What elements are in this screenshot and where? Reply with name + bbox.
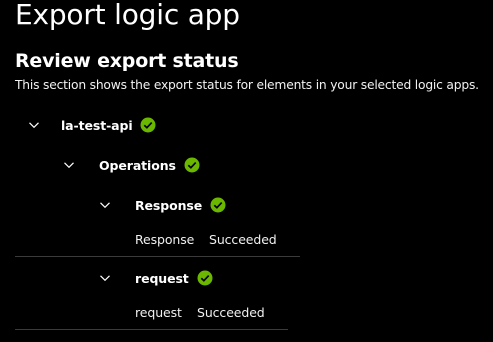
tree-node-label: Response bbox=[135, 197, 203, 213]
chevron-down-icon[interactable] bbox=[63, 159, 75, 171]
page-title: Export logic app bbox=[15, 0, 240, 31]
divider bbox=[15, 256, 300, 257]
tree-node-request[interactable]: request bbox=[99, 268, 213, 288]
tree-node-operations[interactable]: Operations bbox=[63, 155, 200, 175]
section-title: Review export status bbox=[15, 50, 239, 72]
tree-node-app[interactable]: la-test-api bbox=[28, 115, 156, 135]
success-check-icon bbox=[197, 270, 213, 286]
export-status-text: Succeeded bbox=[197, 305, 265, 320]
tree-node-label: request bbox=[135, 270, 189, 286]
tree-node-label: la-test-api bbox=[61, 117, 133, 133]
element-name: request bbox=[135, 305, 182, 320]
element-name: Response bbox=[135, 232, 195, 247]
export-status-text: Succeeded bbox=[209, 232, 277, 247]
chevron-down-icon[interactable] bbox=[99, 272, 111, 284]
tree-node-label: Operations bbox=[99, 157, 176, 173]
success-check-icon bbox=[210, 197, 226, 213]
success-check-icon bbox=[184, 157, 200, 173]
chevron-down-icon[interactable] bbox=[28, 119, 40, 131]
divider bbox=[15, 329, 288, 330]
section-description: This section shows the export status for… bbox=[15, 78, 479, 92]
chevron-down-icon[interactable] bbox=[99, 199, 111, 211]
success-check-icon bbox=[140, 117, 156, 133]
tree-node-response[interactable]: Response bbox=[99, 195, 226, 215]
